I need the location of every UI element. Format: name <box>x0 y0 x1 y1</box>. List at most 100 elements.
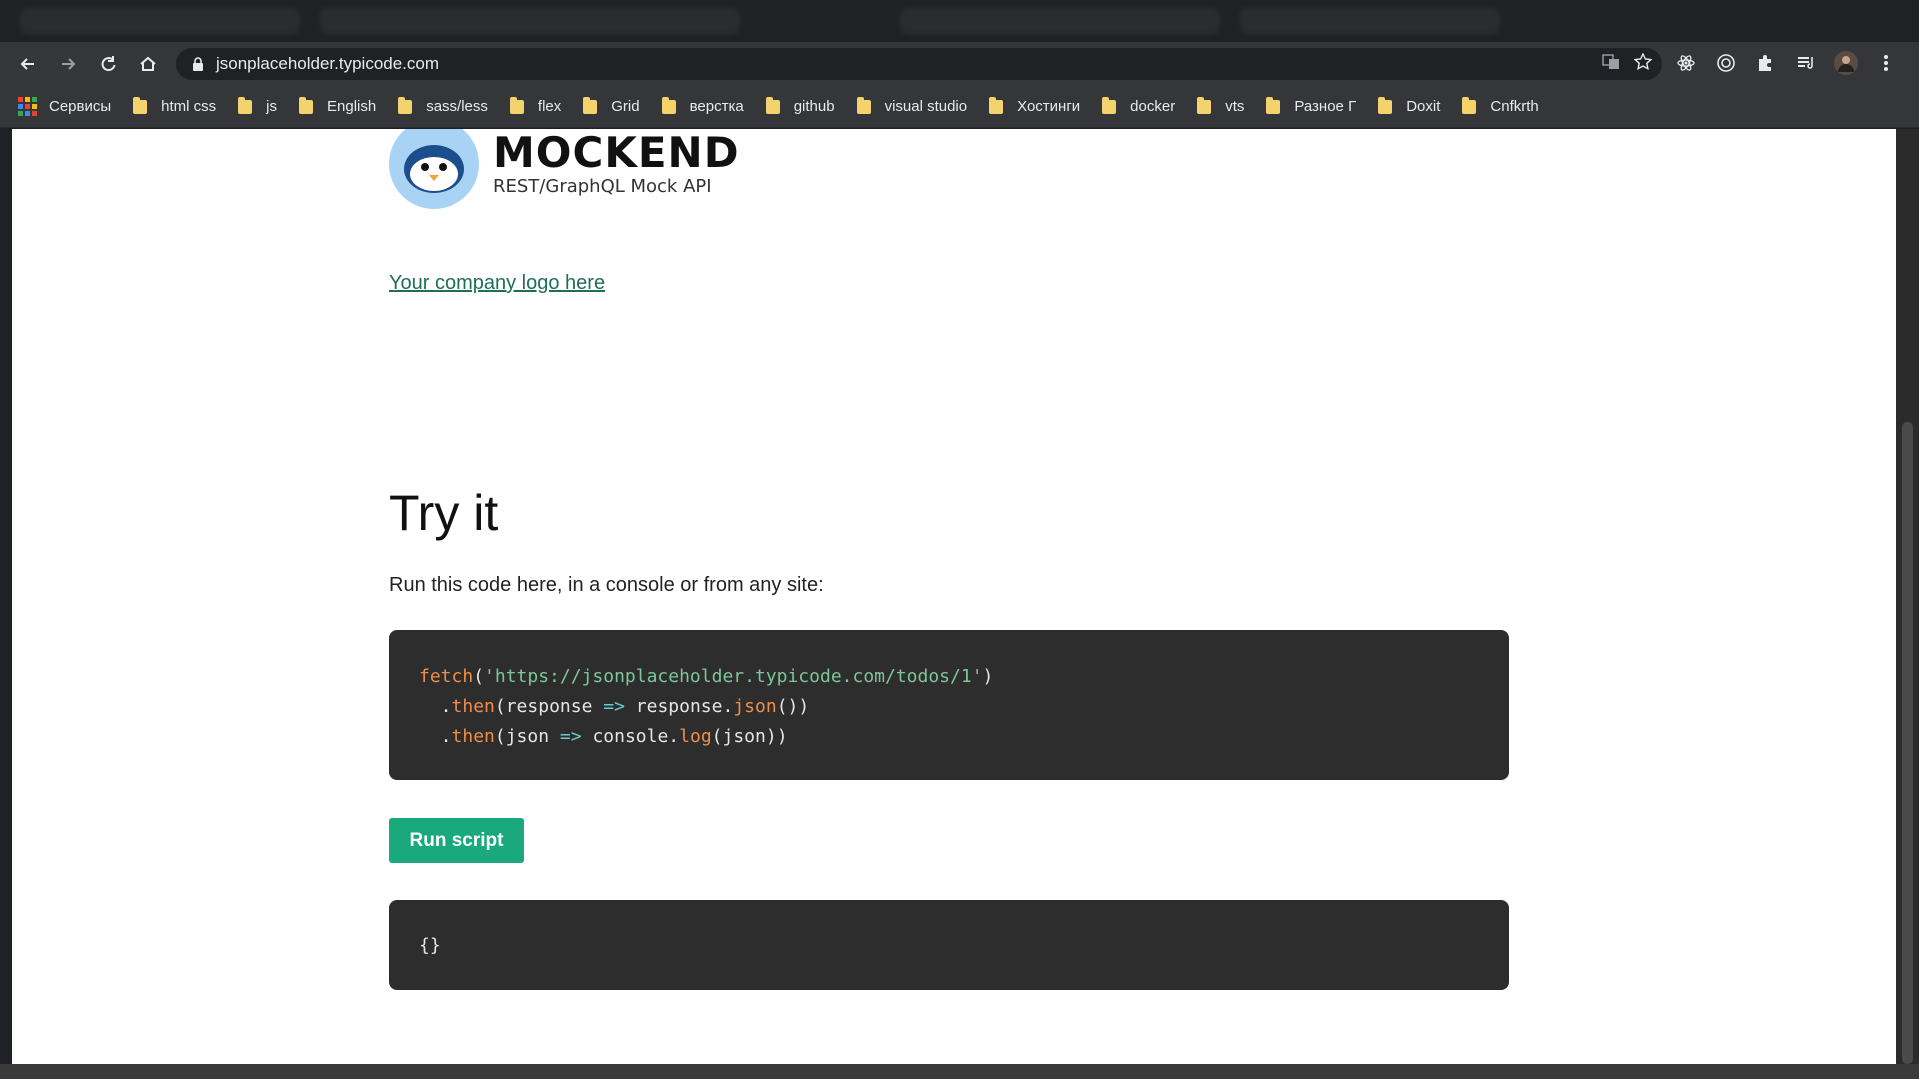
folder-icon <box>1266 96 1281 114</box>
bookmark-label: Хостинги <box>1017 98 1081 115</box>
folder-icon <box>765 96 780 114</box>
translate-icon[interactable] <box>1602 53 1620 76</box>
bookmark-folder[interactable]: flex <box>509 96 562 115</box>
folder-icon <box>398 96 413 114</box>
tab[interactable] <box>1240 8 1500 34</box>
folder-icon <box>989 96 1004 114</box>
address-bar[interactable]: jsonplaceholder.typicode.com <box>176 48 1662 80</box>
bookmark-label: js <box>266 98 278 115</box>
bookmark-label: Doxit <box>1406 98 1441 115</box>
section-lead: Run this code here, in a console or from… <box>389 574 824 596</box>
code-token: fetch <box>419 666 474 687</box>
bookmark-label: верстка <box>689 98 744 115</box>
bookmark-label: github <box>793 98 835 115</box>
react-devtools-icon[interactable] <box>1673 50 1699 76</box>
code-token: then <box>451 726 495 747</box>
bookmark-folder[interactable]: vts <box>1197 96 1245 115</box>
folder-icon <box>238 96 253 114</box>
code-token: json <box>733 696 777 717</box>
tab[interactable] <box>900 8 1220 34</box>
bookmark-star-icon[interactable] <box>1633 51 1653 76</box>
reload-icon[interactable] <box>88 44 128 84</box>
tab-strip <box>0 0 1919 42</box>
code-token: log <box>679 726 712 747</box>
folder-icon <box>1378 96 1393 114</box>
folder-icon <box>856 96 871 114</box>
profile-avatar-icon[interactable] <box>1833 50 1859 76</box>
scrollbar-thumb[interactable] <box>1902 422 1913 1064</box>
result-text: {} <box>419 934 441 956</box>
window-edge <box>0 129 12 1064</box>
home-icon[interactable] <box>128 44 168 84</box>
bookmark-label: Cnfkrth <box>1490 98 1539 115</box>
company-logo-link[interactable]: Your company logo here <box>389 272 605 295</box>
bookmark-folder[interactable]: sass/less <box>398 96 488 115</box>
extensions-area <box>1673 50 1899 76</box>
menu-kebab-icon[interactable] <box>1873 50 1899 76</box>
bookmark-label: html css <box>161 98 217 115</box>
bookmark-label: vts <box>1225 98 1245 115</box>
bookmark-label: Grid <box>611 98 640 115</box>
bookmark-folder[interactable]: html css <box>133 96 217 115</box>
page-viewport: MOCKEND REST/GraphQL Mock API Your compa… <box>12 129 1896 1064</box>
tab[interactable] <box>320 8 740 34</box>
bookmark-folder[interactable]: github <box>765 96 835 115</box>
bookmark-folder[interactable]: Разное Г <box>1266 96 1356 115</box>
section-heading: Try it <box>389 485 499 541</box>
bookmark-label: flex <box>537 98 562 115</box>
brand-title: MOCKEND <box>493 129 740 177</box>
folder-icon <box>509 96 524 114</box>
bookmark-folder[interactable]: docker <box>1102 96 1176 115</box>
bookmark-label: visual studio <box>884 98 968 115</box>
code-line-2: .then(response => response.json()) <box>419 696 810 717</box>
apps-grid-icon <box>18 97 37 116</box>
brand-text: MOCKEND REST/GraphQL Mock API <box>493 129 740 197</box>
run-script-button[interactable]: Run script <box>389 818 524 863</box>
folder-icon <box>661 96 676 114</box>
extensions-puzzle-icon[interactable] <box>1753 50 1779 76</box>
code-token: response <box>505 696 593 717</box>
code-token: json <box>722 726 766 747</box>
page-scrollbar[interactable] <box>1896 129 1919 1064</box>
window-bottom-edge <box>0 1064 1919 1079</box>
code-token: console <box>592 726 669 747</box>
folder-icon <box>1197 96 1212 114</box>
code-example: fetch('https://jsonplaceholder.typicode.… <box>389 630 1509 780</box>
bookmark-label: docker <box>1130 98 1176 115</box>
folder-icon <box>1102 96 1117 114</box>
media-queue-icon[interactable] <box>1793 50 1819 76</box>
bookmark-label: English <box>327 98 377 115</box>
folder-icon <box>299 96 314 114</box>
code-line-1: fetch('https://jsonplaceholder.typicode.… <box>419 666 994 687</box>
back-icon[interactable] <box>8 44 48 84</box>
brand-subtitle: REST/GraphQL Mock API <box>493 175 712 197</box>
target-extension-icon[interactable] <box>1713 50 1739 76</box>
code-token: json <box>505 726 550 747</box>
bookmark-apps[interactable]: Сервисы <box>18 97 111 116</box>
lock-icon[interactable] <box>190 56 206 72</box>
folder-icon <box>583 96 598 114</box>
penguin-logo-icon <box>389 129 479 209</box>
bookmark-folder[interactable]: Doxit <box>1378 96 1441 115</box>
bookmark-folder[interactable]: visual studio <box>856 96 968 115</box>
bookmarks-bar: Сервисы html css js English sass/less fl… <box>0 86 1919 128</box>
bookmark-folder[interactable]: Cnfkrth <box>1462 96 1539 115</box>
folder-icon <box>133 96 148 114</box>
bookmark-folder[interactable]: Grid <box>583 96 640 115</box>
code-line-3: .then(json => console.log(json)) <box>419 726 788 747</box>
code-token: response <box>635 696 723 717</box>
sponsor-brand[interactable]: MOCKEND REST/GraphQL Mock API <box>389 129 740 219</box>
bookmark-label: Сервисы <box>49 98 112 115</box>
bookmark-folder[interactable]: Хостинги <box>989 96 1081 115</box>
folder-icon <box>1462 96 1477 114</box>
bookmark-folder[interactable]: верстка <box>661 96 744 115</box>
code-token: 'https://jsonplaceholder.typicode.com/to… <box>484 666 983 687</box>
code-token: then <box>451 696 495 717</box>
bookmark-label: sass/less <box>426 98 488 115</box>
tab[interactable] <box>20 8 300 34</box>
forward-icon[interactable] <box>48 44 88 84</box>
bookmark-folder[interactable]: English <box>299 96 377 115</box>
url-text[interactable]: jsonplaceholder.typicode.com <box>216 54 439 74</box>
bookmark-folder[interactable]: js <box>238 96 278 115</box>
result-output: {} <box>389 900 1509 990</box>
